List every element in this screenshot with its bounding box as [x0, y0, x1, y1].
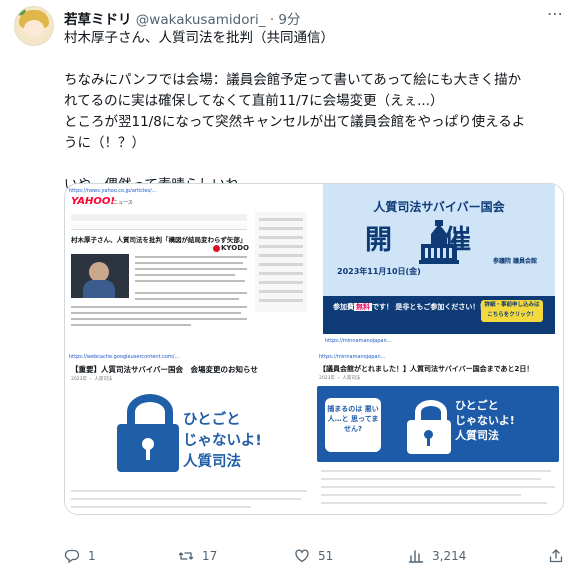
announce-title: 【議員会館がとれました！】人質司法サバイバー国会まであと2日！: [319, 365, 534, 373]
retweet-button[interactable]: 17: [178, 548, 217, 564]
article-source: KYODO: [221, 244, 249, 252]
heart-icon: [295, 549, 309, 563]
avatar-face: [24, 20, 44, 37]
article-url: https://webcache.googleusercontent.com/…: [69, 354, 180, 360]
reply-button[interactable]: 1: [64, 548, 96, 564]
author-handle[interactable]: @wakakusamidori_: [136, 12, 266, 28]
media-image-poster[interactable]: 人質司法サバイバー国会 開催 2023年11月10日(金) 参議院 議員会館: [315, 184, 563, 348]
lock-keyhole-slot: [427, 436, 430, 446]
article-url: https://news.yahoo.co.jp/articles/…: [69, 188, 157, 194]
tweet: 若草ミドリ @wakakusamidori_ · 9分 ⋯ 村木厚子さん、人質司…: [0, 0, 576, 576]
more-options-icon[interactable]: ⋯: [547, 4, 564, 23]
article-text-line: [71, 312, 241, 314]
article-url: https://minnamanojapan…: [319, 354, 386, 360]
announce-text-line: [321, 494, 521, 496]
article-photo: [71, 254, 129, 298]
article-text-line: [71, 318, 247, 320]
article-text-line: [135, 298, 239, 300]
banner-line: じゃないよ!: [455, 414, 515, 427]
announce-meta: 2023年 ・ 人質司法: [319, 376, 361, 381]
event-poster: 人質司法サバイバー国会 開催 2023年11月10日(金) 参議院 議員会館: [323, 184, 555, 334]
poster-free-badge: 無料: [354, 303, 372, 311]
article-url: https://minnamanojapan…: [325, 338, 392, 344]
yahoo-logo-sub: ニュース: [113, 200, 133, 206]
view-count: 3,214: [432, 549, 467, 563]
article-text-line: [135, 274, 235, 276]
poster-date: 2023年11月10日(金): [337, 267, 421, 276]
retweet-count: 17: [202, 549, 218, 563]
article-text-line: [135, 256, 247, 258]
banner-line: 人質司法: [183, 454, 241, 470]
tweet-line: れてるのに実は確保してなくて直前11/7に会場変更（えぇ...）: [64, 93, 444, 109]
photo-person-body: [83, 280, 115, 298]
tweet-line: ところが翌11/8になって突然キャンセルが出て議員会館をやっぱり使えるよ: [64, 114, 526, 130]
poster-free-prefix: 参加費: [333, 303, 354, 311]
announce-text-line: [321, 478, 541, 480]
notice-meta: 2023年 ・ 人質司法: [71, 377, 113, 382]
banner-line: ひとごと: [183, 412, 241, 428]
share-button[interactable]: [548, 548, 564, 564]
announce-text-line: [321, 486, 555, 488]
poster-venue: 参議院 議員会館: [492, 258, 538, 265]
announce-banner-text: ひとごと じゃないよ! 人質司法: [455, 398, 515, 443]
tweet-line: ちなみにパンフでは会場：議員会館予定って書いてあって絵にも大きく描か: [64, 72, 522, 88]
banner-line: 人質司法: [455, 429, 499, 442]
retweet-icon: [178, 552, 194, 560]
timestamp[interactable]: 9分: [278, 12, 300, 28]
separator: ·: [269, 12, 275, 28]
author-name[interactable]: 若草ミドリ: [64, 12, 132, 28]
notice-text-line: [71, 498, 301, 500]
notice-title: 【重要】人質司法サバイバー国会 会場変更のお知らせ: [71, 365, 258, 374]
article-text-line: [135, 292, 247, 294]
yahoo-logo: YAHOO!: [71, 196, 115, 207]
yahoo-nav-bar: [71, 214, 247, 221]
article-text-line: [135, 268, 247, 270]
announce-text-line: [321, 470, 551, 472]
tweet-line: 村木厚子さん、人質司法を批判（共同通信）: [64, 30, 334, 46]
reply-icon: [64, 549, 80, 564]
poster-signup-button: 詳細・事前申し込みは こちらをクリック！: [481, 300, 543, 322]
share-icon: [549, 549, 563, 563]
views-button[interactable]: 3,214: [408, 548, 466, 564]
poster-title: 人質司法サバイバー国会: [373, 200, 505, 214]
media-image-announcement[interactable]: https://minnamanojapan… 【議員会館がとれました！】人質司…: [315, 350, 563, 514]
views-chart-icon: [408, 550, 424, 563]
notice-banner-text: ひとごと じゃないよ! 人質司法: [183, 410, 262, 473]
like-count: 51: [318, 549, 334, 563]
tweet-text: 村木厚子さん、人質司法を批判（共同通信） ちなみにパンフでは会場：議員会館予定っ…: [64, 28, 576, 196]
lock-keyhole-slot: [146, 446, 150, 460]
media-grid: https://news.yahoo.co.jp/articles/… YAHO…: [64, 183, 564, 515]
diet-building-icon: [419, 220, 459, 264]
article-headline: 村木厚子さん、人質司法を批判「構図が結局変わらず矢部」: [71, 236, 247, 244]
notice-text-line: [71, 506, 251, 508]
article-text-line: [135, 262, 243, 264]
article-sidebar: [255, 212, 307, 312]
photo-person-head: [89, 262, 109, 282]
article-text-line: [71, 324, 191, 326]
tweet-line: うに（！？）: [64, 135, 145, 151]
poster-free-suffix: です！ 是非ともご参加ください！！: [372, 303, 487, 311]
notice-text-line: [71, 490, 307, 492]
banner-line: ひとごと: [455, 399, 499, 412]
yahoo-subnav-bar: [71, 223, 247, 230]
tweet-header: 若草ミドリ @wakakusamidori_ · 9分: [64, 8, 301, 28]
media-image-yahoo-article[interactable]: https://news.yahoo.co.jp/articles/… YAHO…: [65, 184, 313, 348]
reply-count: 1: [88, 549, 96, 563]
announce-text-line: [321, 502, 547, 504]
article-text-line: [71, 306, 247, 308]
article-text-line: [135, 280, 245, 282]
media-divider: [65, 348, 563, 350]
tweet-actions: 1 17 51 3,214: [64, 548, 576, 568]
avatar[interactable]: [14, 6, 54, 46]
poster-free-text: 参加費 無料 です！ 是非ともご参加ください！！: [333, 302, 486, 312]
kyodo-logo-icon: [213, 245, 220, 252]
banner-line: じゃないよ!: [183, 433, 262, 449]
announce-ask-text: 捕まるのは 悪い人…と 思ってません?: [327, 405, 379, 433]
like-button[interactable]: 51: [294, 548, 333, 564]
media-image-notice[interactable]: https://webcache.googleusercontent.com/……: [65, 350, 313, 514]
